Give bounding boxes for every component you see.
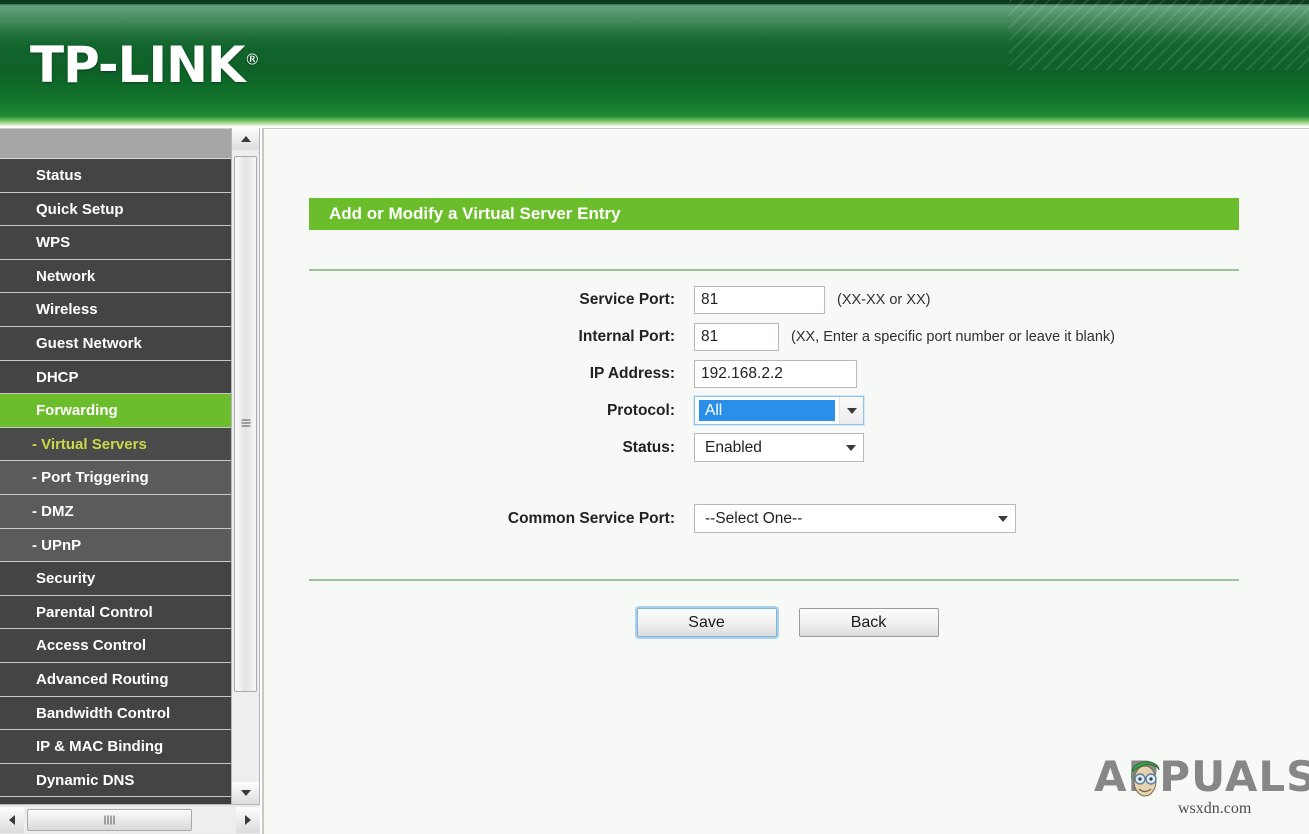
scroll-down-button[interactable] [232,782,259,804]
common-service-port-label: Common Service Port: [507,509,675,527]
scroll-grip-icon [104,815,115,824]
sidebar-item-port-triggering[interactable]: - Port Triggering [0,461,231,495]
chevron-up-icon [240,136,251,142]
status-select[interactable]: Enabled [694,433,864,462]
save-button[interactable]: Save [636,608,777,637]
divider-top [309,269,1239,271]
tplink-logo: TP-LINK® [30,36,260,94]
protocol-label: Protocol: [606,401,675,419]
sidebar-item-access-control[interactable]: Access Control [0,629,231,663]
scroll-right-button[interactable] [236,806,260,833]
sidebar-item-status[interactable]: Status [0,159,231,193]
service-port-label: Service Port: [579,290,675,308]
status-select-value: Enabled [705,439,762,456]
internal-port-input[interactable]: 81 [694,322,779,351]
virtual-server-form: Service Port: 81 (XX-XX or XX) Internal … [264,281,1309,537]
sidebar-item-wps[interactable]: WPS [0,226,231,260]
sidebar-item-parental-control[interactable]: Parental Control [0,595,231,630]
sidebar-item-ip-mac-binding[interactable]: IP & MAC Binding [0,730,231,764]
ip-address-label: IP Address: [589,364,675,382]
header-sheen [0,4,1309,38]
scroll-grip-icon [241,419,250,429]
horizontal-scroll-thumb[interactable] [27,808,192,831]
common-service-port-select[interactable]: --Select One-- [694,504,1016,533]
sidebar-item-quick-setup[interactable]: Quick Setup [0,192,231,227]
form-row-service-port: Service Port: 81 (XX-XX or XX) [264,281,1309,318]
protocol-select-value: All [699,400,835,421]
form-row-protocol: Protocol: All [264,392,1309,429]
horizontal-scroll-track[interactable] [24,806,236,833]
protocol-select[interactable]: All [694,396,864,425]
vertical-scroll-track[interactable] [232,150,259,782]
sidebar-item-dmz[interactable]: - DMZ [0,494,231,529]
chevron-down-icon [839,434,863,461]
sidebar-item-bandwidth-control[interactable]: Bandwidth Control [0,696,231,731]
sidebar-horizontal-scrollbar[interactable] [0,804,260,834]
sidebar-item-dhcp[interactable]: DHCP [0,360,231,395]
internal-port-hint: (XX, Enter a specific port number or lea… [791,328,1115,345]
sidebar-item-advanced-routing[interactable]: Advanced Routing [0,662,231,697]
service-port-hint: (XX-XX or XX) [837,291,931,308]
sidebar-item-forwarding[interactable]: Forwarding [0,394,231,428]
ip-address-input[interactable]: 192.168.2.2 [694,359,857,388]
vertical-scroll-thumb[interactable] [234,156,257,692]
scroll-left-button[interactable] [0,806,24,833]
form-row-internal-port: Internal Port: 81 (XX, Enter a specific … [264,318,1309,355]
chevron-right-icon [245,814,251,825]
form-row-common-service-port: Common Service Port: --Select One-- [264,500,1309,537]
sidebar-item-wireless[interactable]: Wireless [0,293,231,327]
sidebar-navigation: Status Quick Setup WPS Network Wireless Guest… [0,128,231,804]
header-diagonal-stripes [1009,0,1309,70]
registered-mark: ® [244,50,260,69]
chevron-left-icon [9,814,15,825]
sidebar-item-virtual-servers[interactable]: - Virtual Servers [0,427,231,462]
sidebar-item-guest-network[interactable]: Guest Network [0,326,231,361]
panel-title: Add or Modify a Virtual Server Entry [309,198,1239,230]
sidebar-top-spacer [0,129,231,159]
sidebar-item-upnp[interactable]: - UPnP [0,528,231,563]
internal-port-label: Internal Port: [578,327,675,345]
sidebar-vertical-scrollbar[interactable] [231,128,260,804]
form-actions: Save Back [264,608,1309,637]
form-row-status: Status: Enabled [264,429,1309,466]
chevron-down-icon [839,397,863,424]
chevron-down-icon [991,505,1015,532]
sidebar-item-dynamic-dns[interactable]: Dynamic DNS [0,763,231,798]
back-button[interactable]: Back [798,608,939,637]
chevron-down-icon [240,790,251,796]
status-label: Status: [622,438,675,456]
main-content-panel: Add or Modify a Virtual Server Entry Ser… [262,128,1309,834]
page-body: Status Quick Setup WPS Network Wireless Guest… [0,126,1309,834]
sidebar-item-security[interactable]: Security [0,562,231,596]
tplink-logo-text: TP-LINK [30,36,246,94]
service-port-input[interactable]: 81 [694,285,825,314]
page-header: TP-LINK® [0,0,1309,126]
sidebar-item-network[interactable]: Network [0,259,231,294]
divider-bottom [309,579,1239,581]
scroll-up-button[interactable] [232,128,259,150]
form-row-ip-address: IP Address: 192.168.2.2 [264,355,1309,392]
common-service-port-value: --Select One-- [705,510,803,527]
